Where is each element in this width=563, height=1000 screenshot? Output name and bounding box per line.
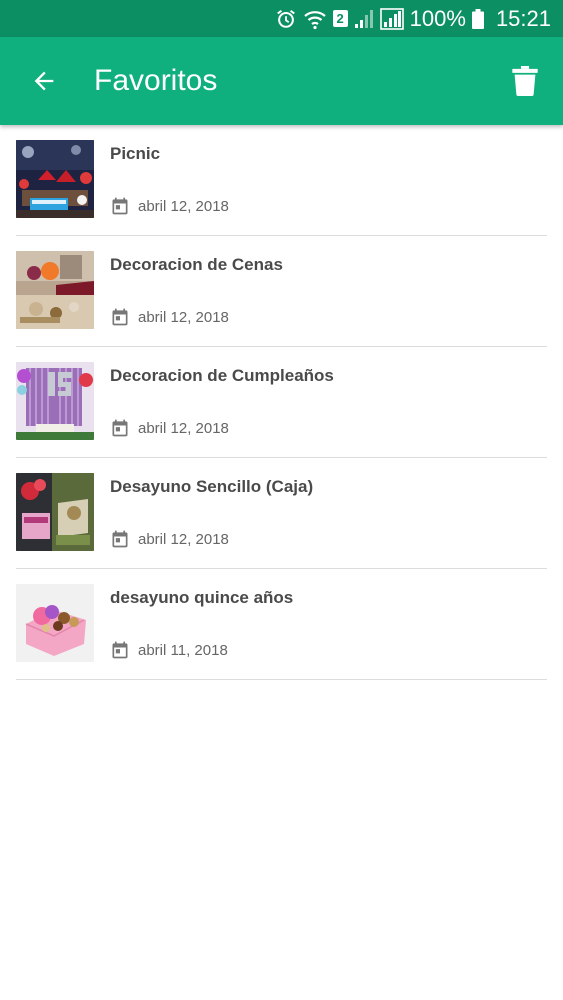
list-item[interactable]: Picnic abril 12, 2018 (16, 125, 547, 236)
item-date-text: abril 12, 2018 (138, 419, 229, 437)
quinceanera-breakfast-thumbnail[interactable] (16, 584, 94, 662)
item-date: abril 11, 2018 (110, 640, 228, 660)
delete-all-button[interactable] (495, 51, 555, 111)
breakfast-box-thumbnail[interactable] (16, 473, 94, 551)
item-date: abril 12, 2018 (110, 418, 229, 438)
list-item[interactable]: Desayuno Sencillo (Caja) abril 12, 2018 (16, 458, 547, 569)
item-date: abril 12, 2018 (110, 307, 229, 327)
status-bar: 2 100% 15:21 (0, 0, 563, 37)
calendar-icon (112, 308, 128, 326)
item-title: desayuno quince años (110, 588, 294, 607)
battery-percentage: 100% (409, 5, 466, 31)
signal-weak-icon (354, 9, 374, 29)
birthday-decoration-thumbnail[interactable] (16, 362, 94, 440)
item-date-text: abril 11, 2018 (138, 641, 228, 659)
item-date-text: abril 12, 2018 (138, 197, 229, 215)
calendar-icon (112, 419, 128, 437)
list-item[interactable]: Decoracion de Cumpleaños abril 12, 2018 (16, 347, 547, 458)
page-title: Favoritos (94, 64, 218, 97)
signal-full-icon (379, 7, 404, 30)
list-item[interactable]: Decoracion de Cenas abril 12, 2018 (16, 236, 547, 347)
picnic-thumbnail[interactable] (16, 140, 94, 218)
app-bar: Favoritos (0, 37, 563, 125)
item-title: Decoracion de Cenas (110, 255, 283, 274)
trash-icon (512, 66, 538, 96)
favorites-list: Picnic abril 12, 2018 Decoracion de Cena… (16, 125, 547, 680)
calendar-icon (112, 197, 128, 215)
sim-slot-number: 2 (332, 10, 348, 27)
item-title: Picnic (110, 144, 161, 163)
calendar-icon (112, 530, 128, 548)
item-date-text: abril 12, 2018 (138, 530, 229, 548)
list-item[interactable]: desayuno quince años abril 11, 2018 (16, 569, 547, 680)
arrow-back-icon (34, 71, 54, 91)
dinner-decoration-thumbnail[interactable] (16, 251, 94, 329)
item-title: Decoracion de Cumpleaños (110, 366, 334, 385)
item-date: abril 12, 2018 (110, 529, 229, 549)
status-time: 15:21 (495, 5, 551, 31)
alarm-icon (275, 8, 297, 30)
calendar-icon (112, 641, 128, 659)
item-title: Desayuno Sencillo (Caja) (110, 477, 314, 496)
battery-icon (471, 8, 484, 29)
item-date-text: abril 12, 2018 (138, 308, 229, 326)
wifi-icon (303, 8, 327, 30)
item-date: abril 12, 2018 (110, 196, 229, 216)
back-button[interactable] (14, 51, 74, 111)
sim-slot-badge: 2 (332, 10, 348, 27)
